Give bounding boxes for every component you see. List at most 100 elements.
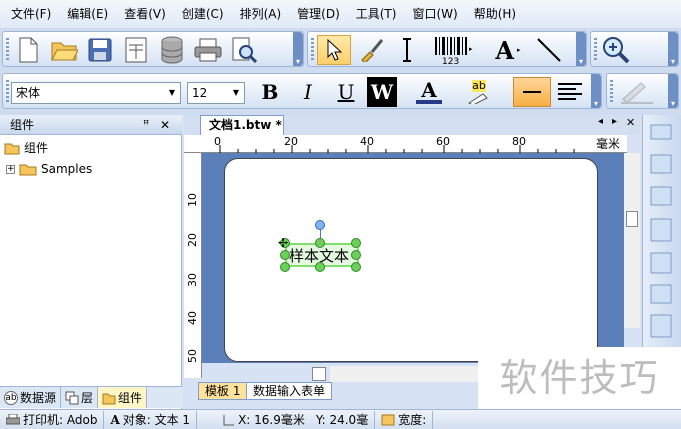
menu-window[interactable]: 窗口(W) <box>407 0 462 28</box>
toolbar-grip[interactable] <box>311 38 314 62</box>
font-size-value: 12 <box>192 86 208 100</box>
horizontal-ruler: 0 20 40 60 80 毫米 <box>200 135 627 153</box>
open-folder-icon[interactable] <box>49 35 79 65</box>
rotate-handle[interactable] <box>315 220 325 230</box>
status-y: Y: 24.0毫 <box>315 412 369 427</box>
resize-handle[interactable] <box>351 262 361 272</box>
toolbar-grip[interactable] <box>6 80 9 104</box>
tree-item-samples[interactable]: + Samples <box>6 162 92 176</box>
menu-manage[interactable]: 管理(D) <box>292 0 345 28</box>
ruler-unit: 毫米 <box>596 137 621 151</box>
menu-arrange[interactable]: 排列(A) <box>235 0 287 28</box>
close-icon[interactable]: ✕ <box>160 115 170 135</box>
ruler-label: 30 <box>186 273 199 287</box>
font-size-select[interactable]: 12 ▼ <box>187 82 245 104</box>
outline-text-button[interactable]: W <box>367 77 397 107</box>
watermark: 软件技巧 <box>478 347 681 409</box>
printer-icon <box>6 413 20 424</box>
toolbar-grip[interactable] <box>610 80 613 104</box>
horizontal-scroll-thumb[interactable] <box>312 367 326 381</box>
resize-handle[interactable] <box>351 250 361 260</box>
ruler-corner-icon <box>223 414 235 425</box>
close-document-icon[interactable]: ✕ <box>626 116 635 129</box>
toolbar-grip[interactable] <box>594 38 597 62</box>
ruler-label: 60 <box>436 135 450 148</box>
zoom-icon[interactable] <box>601 35 631 65</box>
line-color-icon[interactable] <box>617 77 657 107</box>
chevron-down-icon[interactable]: ▼ <box>228 83 244 103</box>
resize-handle[interactable] <box>315 262 325 272</box>
toolbar-overflow[interactable]: ▾ <box>591 74 601 108</box>
resize-handle[interactable] <box>280 250 290 260</box>
font-color-swatch <box>416 100 442 104</box>
tab-template-1[interactable]: 模板 1 <box>198 382 248 400</box>
tree-root[interactable]: 组件 <box>4 139 48 156</box>
resize-handle[interactable] <box>351 238 361 248</box>
menu-create[interactable]: 创建(C) <box>177 0 229 28</box>
standard-toolbar: ▾ <box>2 31 304 67</box>
highlight-button[interactable]: ab <box>457 77 501 107</box>
italic-button[interactable]: I <box>293 77 323 107</box>
bold-button[interactable]: B <box>255 77 285 107</box>
new-document-icon[interactable] <box>13 35 43 65</box>
vertical-scrollbar[interactable] <box>624 153 640 328</box>
text-a-icon[interactable]: A ▸ <box>488 35 528 65</box>
save-icon[interactable] <box>85 35 115 65</box>
menu-file[interactable]: 文件(F) <box>6 0 56 28</box>
text-cursor-icon[interactable] <box>392 35 422 65</box>
highlight-letters: ab <box>472 79 486 92</box>
menu-tools[interactable]: 工具(T) <box>351 0 402 28</box>
status-object: A 对象: 文本 1 <box>104 410 198 429</box>
database-icon[interactable] <box>157 35 187 65</box>
layers-icon <box>65 391 79 404</box>
folder-icon <box>19 164 37 176</box>
font-family-value: 宋体 <box>16 86 41 100</box>
toolbar-overflow[interactable]: ▾ <box>293 32 303 66</box>
underline-button[interactable]: U <box>331 77 361 107</box>
line-style-toolbar: ▾ <box>606 73 679 109</box>
resize-handle[interactable] <box>280 262 290 272</box>
status-bar: 打印机: Adob A 对象: 文本 1 X: 16.9毫米 Y: 24.0毫 … <box>0 409 681 429</box>
move-cursor-icon: ✢ <box>278 236 289 250</box>
tab-label: 数据源 <box>20 390 57 405</box>
line-icon[interactable] <box>534 35 564 65</box>
tab-prev-icon[interactable]: ◂ <box>598 116 603 127</box>
page-setup-icon[interactable] <box>121 35 151 65</box>
components-icon <box>102 393 116 404</box>
panel-tabs: ab 数据源 层 组件 <box>0 386 182 408</box>
tab-data-entry-form[interactable]: 数据输入表单 <box>246 382 333 400</box>
pointer-icon[interactable] <box>317 35 351 65</box>
chevron-down-icon[interactable]: ▼ <box>164 83 180 103</box>
expand-icon[interactable]: + <box>6 164 15 174</box>
print-preview-icon[interactable] <box>229 35 259 65</box>
pin-icon[interactable]: ꟸ <box>143 115 149 135</box>
tab-layers[interactable]: 层 <box>61 387 99 408</box>
vertical-scroll-thumb[interactable] <box>626 211 638 227</box>
font-family-select[interactable]: 宋体 ▼ <box>11 82 181 104</box>
tab-document[interactable]: 文档1.btw * <box>200 115 284 135</box>
toolbar-overflow[interactable]: ▾ <box>576 32 586 66</box>
tab-data-source[interactable]: ab 数据源 <box>0 387 62 408</box>
toolbar-overflow[interactable]: ▾ <box>668 74 678 108</box>
toolbar-overflow[interactable]: ▾ <box>668 32 678 66</box>
font-color-button[interactable]: A <box>407 77 451 107</box>
align-left-icon[interactable] <box>555 77 585 107</box>
print-icon[interactable] <box>193 35 223 65</box>
menu-view[interactable]: 查看(V) <box>119 0 171 28</box>
menu-help[interactable]: 帮助(H) <box>469 0 521 28</box>
toolbar-row-2: 宋体 ▼ 12 ▼ B I U W A ab ▾ ▾ <box>0 70 681 115</box>
ruler-label: 20 <box>284 135 298 148</box>
resize-handle[interactable] <box>315 238 325 248</box>
svg-text:▸: ▸ <box>469 45 473 53</box>
label-surface[interactable]: 样本文本 ✢ <box>224 158 598 362</box>
tab-next-icon[interactable]: ▸ <box>612 116 617 127</box>
brush-icon[interactable] <box>356 35 386 65</box>
menu-edit[interactable]: 编辑(E) <box>62 0 113 28</box>
menu-bar: 文件(F) 编辑(E) 查看(V) 创建(C) 排列(A) 管理(D) 工具(T… <box>0 0 681 28</box>
tab-components[interactable]: 组件 <box>98 387 148 408</box>
barcode-icon[interactable]: 123 ▸ <box>432 35 476 65</box>
vertical-ruler: 10 20 30 40 50 <box>184 153 202 378</box>
size-icon <box>381 414 395 425</box>
align-center-line-icon[interactable] <box>513 77 551 107</box>
toolbar-grip[interactable] <box>6 38 9 62</box>
